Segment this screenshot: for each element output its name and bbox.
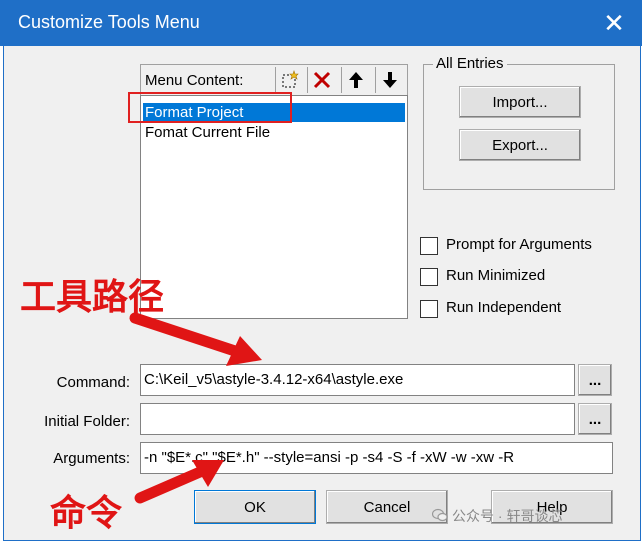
wechat-icon — [432, 508, 448, 522]
arrow-to-arguments — [134, 466, 206, 504]
annotation-arrows — [129, 312, 262, 504]
arrow-to-command — [129, 312, 244, 358]
watermark-text: 公众号 · 轩哥谈芯 — [452, 508, 563, 524]
